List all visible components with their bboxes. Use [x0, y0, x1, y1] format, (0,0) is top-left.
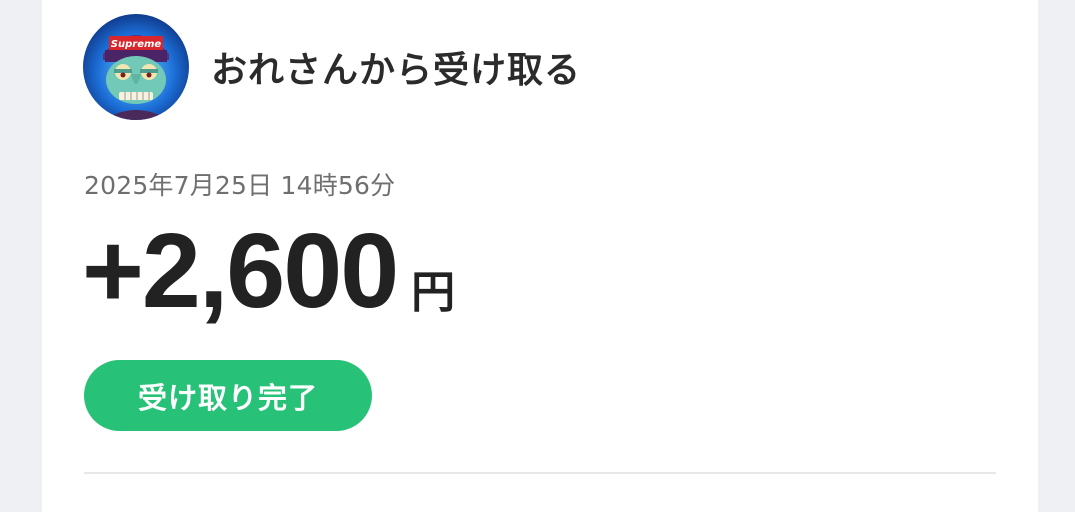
status-badge: 受け取り完了	[84, 360, 372, 431]
transaction-header: Supreme おれさんから受け取る	[83, 14, 581, 120]
divider	[84, 472, 996, 474]
avatar[interactable]: Supreme	[83, 14, 189, 120]
transaction-amount: +2,600	[82, 212, 399, 330]
amount-row: +2,600 円	[82, 218, 455, 324]
avatar-logo-text: Supreme	[111, 39, 162, 50]
currency-label: 円	[411, 267, 456, 318]
sender-text: おれさんから受け取る	[211, 50, 582, 91]
transaction-datetime: 2025年7月25日 14時56分	[84, 171, 396, 200]
transaction-card: Supreme おれさんから受け取る 2025年7月25日 14時56分 +2,…	[42, 0, 1038, 512]
